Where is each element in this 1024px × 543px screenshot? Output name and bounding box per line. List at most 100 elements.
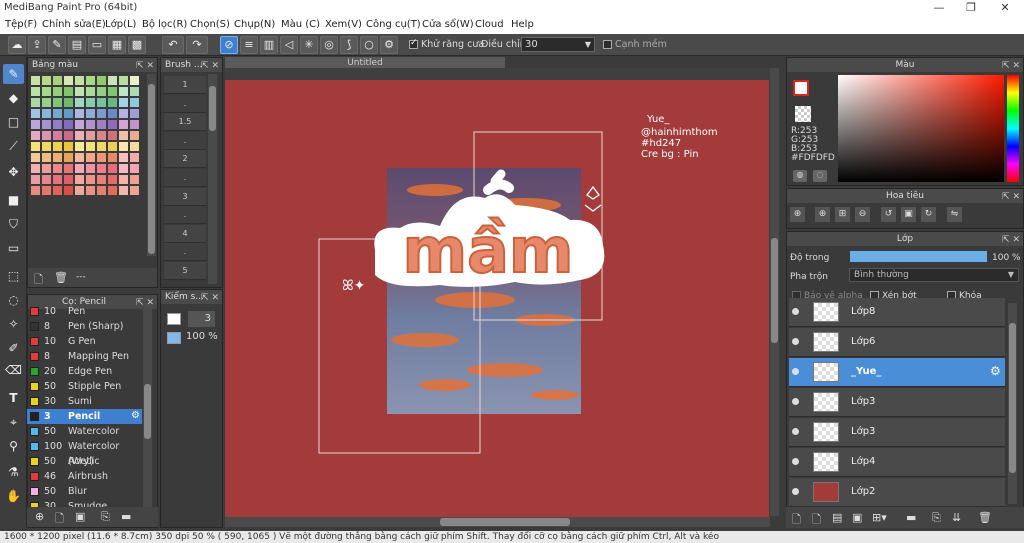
palette-swatch[interactable]: [119, 131, 128, 140]
palette-swatch[interactable]: [75, 142, 84, 151]
lasso-tool-icon[interactable]: ◌: [3, 290, 24, 310]
palette-swatch[interactable]: [97, 164, 106, 173]
palette-swatch[interactable]: [53, 98, 62, 107]
palette-swatch[interactable]: [75, 87, 84, 96]
palette-swatch[interactable]: [119, 109, 128, 118]
curve-snap-icon[interactable]: ⟆: [340, 36, 358, 54]
palette-swatch[interactable]: [86, 186, 95, 195]
palette-swatch[interactable]: [108, 142, 117, 151]
palette-swatch[interactable]: [31, 142, 40, 151]
layer-row[interactable]: Lớp8: [789, 298, 1005, 327]
chat-icon[interactable]: ▤: [68, 36, 86, 54]
brush-copy-icon[interactable]: ⎘: [101, 510, 110, 524]
palette-swatch[interactable]: [97, 142, 106, 151]
palette-swatch[interactable]: [53, 164, 62, 173]
select-tool-icon[interactable]: ⬚: [3, 266, 24, 286]
palette-swatch[interactable]: [119, 164, 128, 173]
palette-swatch[interactable]: [130, 98, 139, 107]
layer-opacity-slider[interactable]: [850, 251, 987, 262]
eye-icon[interactable]: [792, 338, 799, 345]
menu-layer[interactable]: Lớp(L): [105, 19, 136, 30]
menu-view[interactable]: Xem(V): [325, 19, 362, 30]
palette-swatch[interactable]: [86, 153, 95, 162]
menu-color[interactable]: Màu (C): [281, 19, 320, 30]
brush-item[interactable]: 50 Blur: [27, 484, 142, 499]
color-history-icon[interactable]: ◌: [813, 170, 827, 182]
menu-filter[interactable]: Bộ lọc(R): [142, 19, 187, 30]
layer-row[interactable]: Lớp3: [789, 418, 1005, 447]
comment-icon[interactable]: ✎: [48, 36, 66, 54]
palette-swatch[interactable]: [97, 131, 106, 140]
brush-settings-icon[interactable]: ⚙: [131, 410, 140, 421]
palette-swatch[interactable]: [64, 153, 73, 162]
panel-menu-icon[interactable]: ⇱ ✕: [201, 59, 219, 73]
brush-size-option[interactable]: .: [164, 131, 206, 150]
palette-swatch[interactable]: [53, 109, 62, 118]
palette-swatch[interactable]: [53, 76, 62, 85]
operation-tool-icon[interactable]: ⌖: [3, 412, 24, 432]
palette-swatch[interactable]: [64, 131, 73, 140]
palette-swatch[interactable]: [42, 142, 51, 151]
document-icon[interactable]: ▭: [88, 36, 106, 54]
palette-swatch[interactable]: [75, 98, 84, 107]
brush-size-option[interactable]: .: [164, 169, 206, 187]
palette-swatch[interactable]: [108, 164, 117, 173]
palette-swatch[interactable]: [108, 120, 117, 129]
palette-swatch[interactable]: [31, 120, 40, 129]
palette-swatch[interactable]: [130, 186, 139, 195]
panel-menu-icon[interactable]: ⇱ ✕: [1002, 233, 1020, 247]
palette-swatch[interactable]: [64, 175, 73, 184]
layer-scrollbar[interactable]: [1008, 303, 1017, 504]
eraser-tool-icon[interactable]: ◆: [3, 88, 24, 108]
palette-swatch[interactable]: [108, 186, 117, 195]
move-tool-icon[interactable]: ✥: [3, 162, 24, 182]
eye-icon[interactable]: [792, 398, 799, 405]
palette-swatch[interactable]: [130, 120, 139, 129]
palette-swatch[interactable]: [42, 76, 51, 85]
palette-swatch[interactable]: [97, 153, 106, 162]
palette-swatch[interactable]: [31, 186, 40, 195]
add-brush-icon[interactable]: ⊕: [35, 510, 44, 523]
select-eraser-tool-icon[interactable]: ⌫: [3, 360, 24, 380]
new-halftone-layer-icon[interactable]: 🗋: [812, 511, 821, 530]
flip-icon[interactable]: ⇋: [947, 207, 962, 222]
menu-window[interactable]: Cửa sổ(W): [422, 19, 474, 30]
palette-swatch[interactable]: [75, 76, 84, 85]
brush-size-option[interactable]: 3: [164, 187, 206, 206]
zoom-in-icon[interactable]: ⊕: [815, 207, 830, 222]
palette-swatch[interactable]: [86, 164, 95, 173]
menu-tools[interactable]: Công cụ(T): [366, 19, 421, 30]
brush-folder-icon[interactable]: ▬: [121, 510, 131, 523]
text-tool-icon[interactable]: T: [3, 388, 24, 408]
grid-snap-icon[interactable]: ▥: [260, 36, 278, 54]
eyedropper-tool-icon[interactable]: ⚗: [3, 462, 24, 482]
palette-swatch[interactable]: [31, 98, 40, 107]
palette-swatch[interactable]: [130, 175, 139, 184]
palette-swatch[interactable]: [53, 142, 62, 151]
palette-swatch[interactable]: [119, 186, 128, 195]
zoom-fit-icon[interactable]: ⊕: [790, 207, 805, 222]
layer-row[interactable]: Lớp4: [789, 448, 1005, 477]
palette-swatch[interactable]: [86, 120, 95, 129]
palette-swatch[interactable]: [42, 109, 51, 118]
brush-size-field[interactable]: 3: [188, 311, 215, 327]
brush-size-option[interactable]: 5: [164, 262, 206, 280]
fit-icon[interactable]: ▣: [901, 207, 916, 222]
palette-swatch[interactable]: [130, 153, 139, 162]
palette-swatch[interactable]: [42, 131, 51, 140]
menu-cloud[interactable]: Cloud: [475, 19, 504, 30]
canvas-vscrollbar[interactable]: [770, 68, 779, 516]
palette-swatch[interactable]: [86, 142, 95, 151]
brush-item[interactable]: 20 Edge Pen: [27, 364, 142, 379]
new-brush-icon[interactable]: 🗋: [55, 510, 64, 529]
fill-rect-tool-icon[interactable]: ■: [3, 190, 24, 210]
palette-swatch[interactable]: [42, 175, 51, 184]
close-button[interactable]: ✕: [990, 1, 1020, 14]
brush-item[interactable]: 3 Pencil: [27, 409, 142, 424]
brush-size-option[interactable]: 2: [164, 150, 206, 169]
hue-slider[interactable]: [1007, 75, 1019, 182]
brush-size-option[interactable]: 1: [164, 76, 206, 94]
palette-swatch[interactable]: [31, 87, 40, 96]
palette-swatch[interactable]: [97, 175, 106, 184]
palette-swatch[interactable]: [97, 98, 106, 107]
